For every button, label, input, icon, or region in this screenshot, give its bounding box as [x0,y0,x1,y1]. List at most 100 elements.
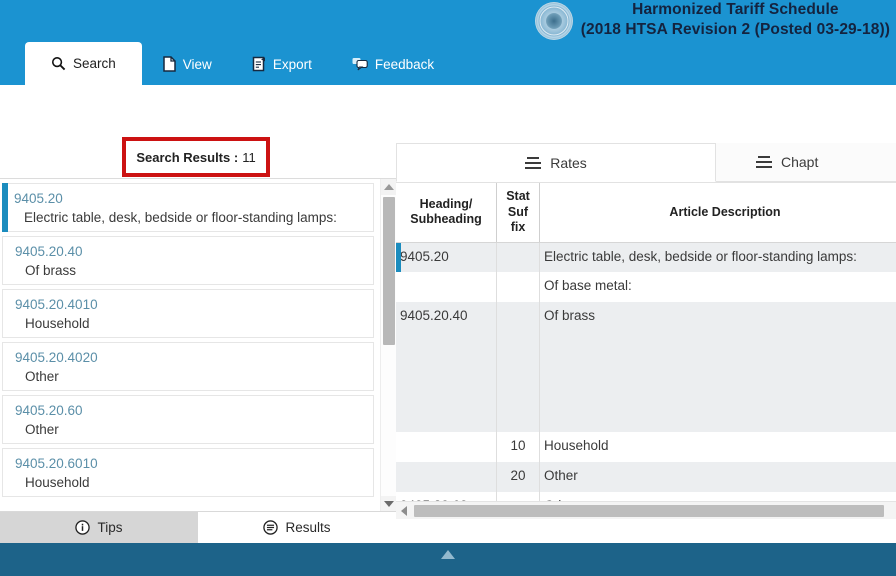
tariff-horizontal-scrollbar[interactable] [396,501,896,519]
row-article-description: Electric table, desk, bedside or floor-s… [540,242,896,272]
app-title-line1: Harmonized Tariff Schedule [581,0,890,20]
results-vertical-scrollbar[interactable] [380,179,396,511]
list-item-description: Electric table, desk, bedside or floor-s… [14,208,365,228]
content-area: Search Results : 11 9405.20 Electric tab… [0,85,896,543]
tariff-table-container: Heading/ Subheading Stat Suf fix Article… [396,182,896,519]
search-results-panel: Search Results : 11 9405.20 Electric tab… [0,85,396,543]
column-header-stat-line3: fix [499,220,537,236]
table-header-row: Heading/ Subheading Stat Suf fix Article… [396,183,896,242]
app-title: Harmonized Tariff Schedule (2018 HTSA Re… [581,0,890,40]
tab-feedback[interactable]: Feedback [332,43,454,85]
list-item-code: 9405.20.6010 [15,454,365,473]
list-circle-icon [263,520,278,535]
bars-icon [756,153,772,171]
list-item[interactable]: 9405.20.40 Of brass [2,236,374,285]
table-row[interactable]: 10 Household [396,432,896,462]
results-header-row: Search Results : 11 [0,137,396,175]
tab-chapters[interactable]: Chapt [716,143,896,182]
tariff-detail-panel: Rates Chapt Heading/ Subheading [396,85,896,543]
row-article-description: Household [540,432,896,462]
triangle-left-icon [401,506,407,516]
row-heading-code: 9405.20 [396,242,497,272]
list-item[interactable]: 9405.20 Electric table, desk, bedside or… [2,183,374,232]
tab-rates[interactable]: Rates [396,143,716,182]
scroll-up-button[interactable] [381,179,396,195]
column-header-stat-line1: Stat [499,189,537,205]
list-item-description: Other [15,367,365,387]
results-list-container: 9405.20 Electric table, desk, bedside or… [0,178,396,511]
tab-feedback-label: Feedback [375,57,434,72]
application-window: Harmonized Tariff Schedule (2018 HTSA Re… [0,0,896,576]
tab-bar-spacer [0,42,25,85]
table-row[interactable]: Of base metal: [396,272,896,302]
list-item-code: 9405.20 [14,189,365,208]
app-title-line2: (2018 HTSA Revision 2 (Posted 03-29-18)) [581,20,890,40]
tab-search-label: Search [73,56,116,71]
tab-export-label: Export [273,57,312,72]
row-article-description: Other [540,462,896,492]
row-stat-suffix: 20 [497,462,540,492]
scroll-left-button[interactable] [396,502,412,519]
row-heading-code [396,462,497,492]
triangle-up-icon[interactable] [441,550,455,559]
list-item-code: 9405.20.4010 [15,295,365,314]
search-results-label: Search Results : [136,150,238,165]
row-article-description: Of base metal: [540,272,896,302]
row-stat-suffix [497,272,540,302]
app-footer [0,543,896,576]
tab-results[interactable]: Results [198,511,396,543]
row-heading-code [396,272,497,302]
row-heading-code: 9405.20.40 [396,302,497,432]
list-item-code: 9405.20.4020 [15,348,365,367]
tariff-table-body: 9405.20 Electric table, desk, bedside or… [396,242,896,519]
tab-results-label: Results [285,520,330,535]
list-item[interactable]: 9405.20.4010 Household [2,289,374,338]
left-bottom-tab-bar: Tips Results [0,511,396,543]
tab-tips[interactable]: Tips [0,511,198,543]
tariff-table: Heading/ Subheading Stat Suf fix Article… [396,183,896,519]
table-row[interactable]: 20 Other [396,462,896,492]
tab-export[interactable]: Export [232,43,332,85]
tab-search[interactable]: Search [25,42,142,85]
table-row[interactable]: 9405.20.40 Of brass [396,302,896,432]
triangle-down-icon [384,501,394,507]
list-item-description: Of brass [15,261,365,281]
column-header-article-description: Article Description [540,183,896,242]
info-circle-icon [75,520,90,535]
column-header-stat-line2: Suf [499,205,537,221]
search-results-header: Search Results : 11 [122,137,270,177]
row-article-description: Of brass [540,302,896,432]
row-stat-suffix: 10 [497,432,540,462]
list-item-code: 9405.20.40 [15,242,365,261]
row-heading-code [396,432,497,462]
scroll-down-button[interactable] [381,496,396,511]
list-item[interactable]: 9405.20.4020 Other [2,342,374,391]
list-item-description: Household [15,314,365,334]
main-tab-bar: Search View Export Feedback [0,42,896,85]
export-document-icon [252,56,266,72]
column-header-heading-line1: Heading/ [398,197,494,213]
list-item[interactable]: 9405.20.60 Other [2,395,374,444]
bars-icon [525,154,541,172]
list-item-code: 9405.20.60 [15,401,365,420]
document-icon [162,56,176,72]
government-seal-icon [535,2,573,40]
tariff-table-head: Heading/ Subheading Stat Suf fix Article… [396,183,896,242]
table-row[interactable]: 9405.20 Electric table, desk, bedside or… [396,242,896,272]
row-stat-suffix [497,302,540,432]
column-header-heading-subheading: Heading/ Subheading [396,183,497,242]
detail-tab-bar: Rates Chapt [396,143,896,182]
tab-tips-label: Tips [97,520,122,535]
list-item-description: Other [15,420,365,440]
list-item[interactable]: 9405.20.6010 Household [2,448,374,497]
magnifier-icon [51,56,66,71]
tab-chapters-label: Chapt [781,154,818,170]
hscrollbar-thumb[interactable] [414,505,884,517]
brand-block: Harmonized Tariff Schedule (2018 HTSA Re… [535,0,890,40]
search-results-count: 11 [242,150,256,165]
tab-view[interactable]: View [142,43,232,85]
column-header-stat-suffix: Stat Suf fix [497,183,540,242]
scrollbar-thumb[interactable] [383,197,395,345]
row-stat-suffix [497,242,540,272]
triangle-up-icon [384,184,394,190]
